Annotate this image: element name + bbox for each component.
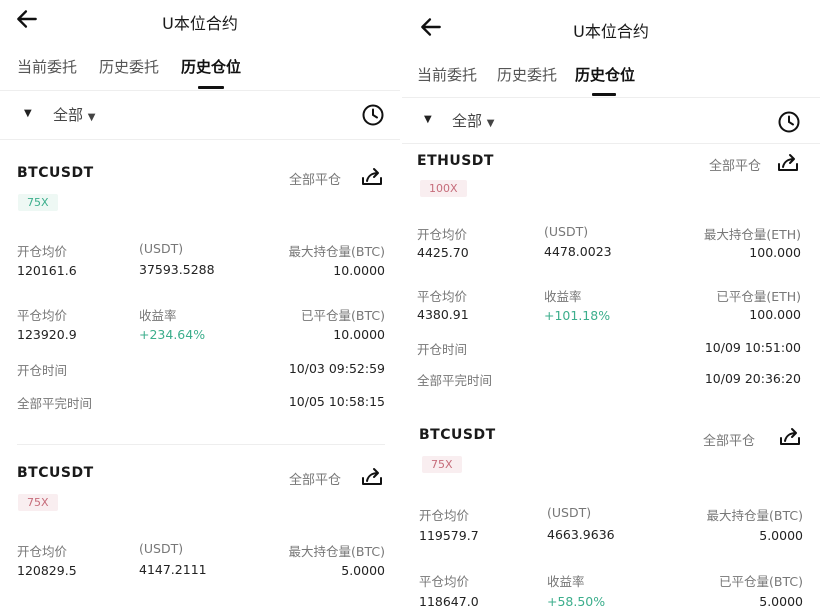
filter-all-label: 全部 xyxy=(53,106,84,124)
close-all-button[interactable]: 全部平仓 xyxy=(709,155,761,174)
max-hold-label: 最大持仓量(ETH) xyxy=(703,227,801,242)
divider xyxy=(402,143,820,144)
close-avg-label: 平仓均价 xyxy=(17,308,68,323)
open-avg-value: 120161.6 xyxy=(17,263,77,278)
header: U本位合约 xyxy=(0,6,400,42)
max-hold-label: 最大持仓量(BTC) xyxy=(288,244,385,259)
yield-value: +58.50% xyxy=(547,594,606,608)
tab-bar: 当前委托 历史委托 历史仓位 xyxy=(402,64,820,94)
filter-bar: ▼ 全部 ▼ xyxy=(0,104,400,134)
max-hold-label: 最大持仓量(BTC) xyxy=(706,508,803,523)
yield-label: 收益率 xyxy=(547,574,585,589)
open-avg-label: 开仓均价 xyxy=(419,508,470,523)
closed-qty-label: 已平仓量(BTC) xyxy=(719,574,803,589)
filter-all-dropdown[interactable]: 全部 ▼ xyxy=(452,110,495,131)
closed-qty-label: 已平仓量(BTC) xyxy=(301,308,385,323)
header: U本位合约 xyxy=(402,14,820,50)
close-time-label: 全部平完时间 xyxy=(417,373,493,388)
open-time-label: 开仓时间 xyxy=(417,342,468,357)
leverage-badge: 75X xyxy=(422,456,462,473)
share-icon[interactable] xyxy=(776,152,800,174)
filter-caret-icon[interactable]: ▼ xyxy=(424,114,432,125)
leverage-badge: 75X xyxy=(18,194,58,211)
tab-current-orders[interactable]: 当前委托 xyxy=(17,56,77,77)
symbol: BTCUSDT xyxy=(419,427,496,443)
usdt-label: (USDT) xyxy=(139,541,184,556)
close-avg-label: 平仓均价 xyxy=(417,289,468,304)
divider xyxy=(0,90,400,91)
open-avg-value: 120829.5 xyxy=(17,563,77,578)
close-avg-value: 123920.9 xyxy=(17,327,77,342)
clock-icon[interactable] xyxy=(777,110,801,134)
share-icon[interactable] xyxy=(360,466,384,488)
leverage-badge: 75X xyxy=(18,494,58,511)
closed-qty-value: 10.0000 xyxy=(333,327,385,342)
max-hold-label: 最大持仓量(BTC) xyxy=(288,544,385,559)
open-avg-value: 119579.7 xyxy=(419,528,479,543)
usdt-label: (USDT) xyxy=(544,224,589,239)
open-avg-label: 开仓均价 xyxy=(17,244,68,259)
max-hold-value: 5.0000 xyxy=(341,563,385,578)
usdt-label: (USDT) xyxy=(139,241,184,256)
share-icon[interactable] xyxy=(778,426,802,448)
yield-value: +101.18% xyxy=(544,308,611,323)
filter-all-label: 全部 xyxy=(452,112,483,130)
yield-label: 收益率 xyxy=(544,289,582,304)
filter-caret-icon[interactable]: ▼ xyxy=(24,108,32,119)
tab-current-orders[interactable]: 当前委托 xyxy=(417,64,477,85)
tab-position-history[interactable]: 历史仓位 xyxy=(575,64,635,85)
usdt-value: 4147.2111 xyxy=(139,562,207,577)
usdt-value: 4663.9636 xyxy=(547,527,615,542)
leverage-badge: 100X xyxy=(420,180,467,197)
close-all-button[interactable]: 全部平仓 xyxy=(703,430,755,449)
active-tab-indicator xyxy=(592,93,616,96)
tab-order-history[interactable]: 历史委托 xyxy=(99,56,159,77)
max-hold-value: 10.0000 xyxy=(333,263,385,278)
close-all-button[interactable]: 全部平仓 xyxy=(289,469,341,488)
right-screen: U本位合约 当前委托 历史委托 历史仓位 ▼ 全部 ▼ ETHUSDT 100X… xyxy=(402,0,820,608)
usdt-value: 37593.5288 xyxy=(139,262,215,277)
closed-qty-value: 5.0000 xyxy=(759,594,803,608)
yield-value: +234.64% xyxy=(139,327,206,342)
max-hold-value: 100.000 xyxy=(749,245,801,260)
filter-all-dropdown[interactable]: 全部 ▼ xyxy=(53,104,96,125)
divider xyxy=(402,97,820,98)
open-time-value: 10/03 09:52:59 xyxy=(288,361,385,376)
symbol: BTCUSDT xyxy=(17,465,94,481)
symbol: ETHUSDT xyxy=(417,153,494,169)
close-avg-label: 平仓均价 xyxy=(419,574,470,589)
usdt-value: 4478.0023 xyxy=(544,244,612,259)
tab-position-history[interactable]: 历史仓位 xyxy=(181,56,241,77)
symbol: BTCUSDT xyxy=(17,165,94,181)
close-avg-value: 4380.91 xyxy=(417,307,469,322)
open-time-value: 10/09 10:51:00 xyxy=(704,340,801,355)
close-time-value: 10/05 10:58:15 xyxy=(288,394,385,409)
left-screen: U本位合约 当前委托 历史委托 历史仓位 ▼ 全部 ▼ BTCUSDT 75X … xyxy=(0,0,400,608)
open-avg-value: 4425.70 xyxy=(417,245,469,260)
close-avg-value: 118647.0 xyxy=(419,594,479,608)
yield-label: 收益率 xyxy=(139,308,177,323)
open-time-label: 开仓时间 xyxy=(17,363,68,378)
filter-bar: ▼ 全部 ▼ xyxy=(402,110,820,140)
close-all-button[interactable]: 全部平仓 xyxy=(289,169,341,188)
close-time-value: 10/09 20:36:20 xyxy=(704,371,801,386)
divider xyxy=(0,139,400,140)
page-title: U本位合约 xyxy=(162,14,238,33)
divider xyxy=(17,444,385,445)
usdt-label: (USDT) xyxy=(547,505,592,520)
share-icon[interactable] xyxy=(360,166,384,188)
open-avg-label: 开仓均价 xyxy=(17,544,68,559)
screenshot: U本位合约 当前委托 历史委托 历史仓位 ▼ 全部 ▼ BTCUSDT 75X … xyxy=(0,0,830,608)
max-hold-value: 5.0000 xyxy=(759,528,803,543)
page-title: U本位合约 xyxy=(573,22,649,41)
closed-qty-value: 100.000 xyxy=(749,307,801,322)
close-time-label: 全部平完时间 xyxy=(17,396,93,411)
active-tab-indicator xyxy=(198,86,224,89)
tab-order-history[interactable]: 历史委托 xyxy=(497,64,557,85)
closed-qty-label: 已平仓量(ETH) xyxy=(716,289,801,304)
clock-icon[interactable] xyxy=(361,103,385,127)
tab-bar: 当前委托 历史委托 历史仓位 xyxy=(0,56,400,86)
open-avg-label: 开仓均价 xyxy=(417,227,468,242)
